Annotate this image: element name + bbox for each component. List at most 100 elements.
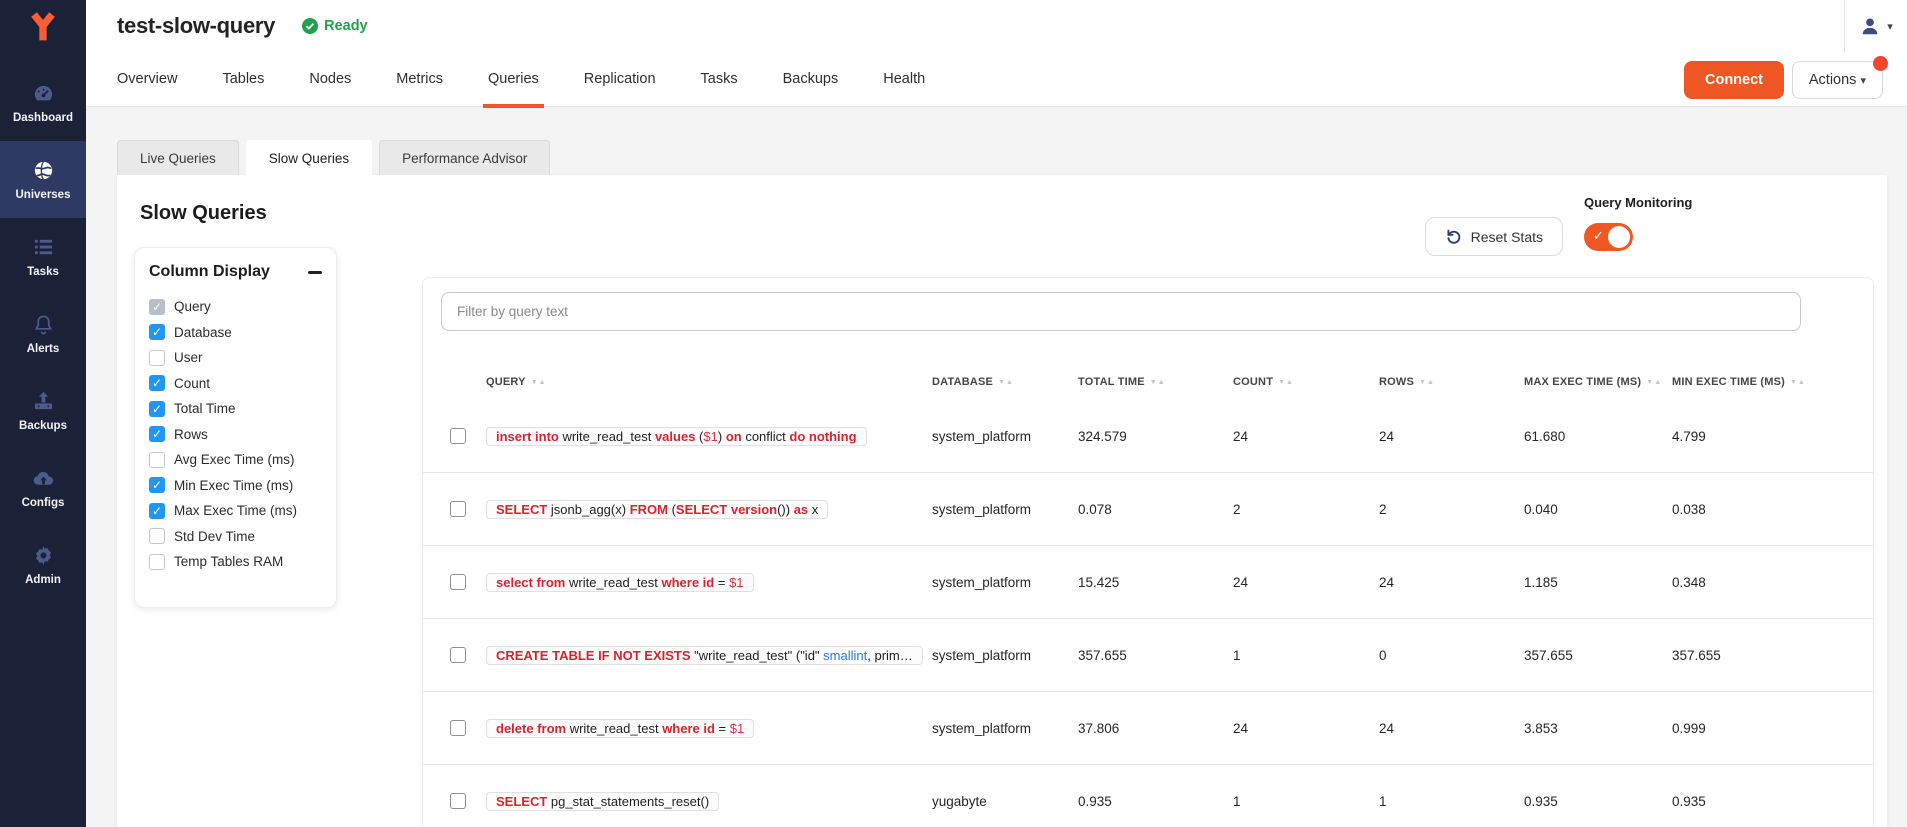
query-text[interactable]: SELECT pg_stat_statements_reset() [486,792,719,811]
notification-dot [1873,56,1888,71]
checkbox-icon[interactable] [149,324,165,340]
column-header-min-exec[interactable]: MIN EXEC TIME (MS)▼▲ [1672,376,1873,388]
query-filter-input[interactable] [441,292,1801,331]
sidebar-item-alerts[interactable]: Alerts [0,295,86,372]
tab-queries[interactable]: Queries [488,52,539,107]
query-text[interactable]: insert into write_read_test values ($1) … [486,427,867,446]
universe-nav: Overview Tables Nodes Metrics Queries Re… [86,52,1907,107]
column-header-count[interactable]: COUNT▼▲ [1233,376,1379,388]
yugabyte-logo-icon[interactable] [0,0,86,56]
total-time-cell: 15.425 [1078,575,1233,590]
tab-nodes[interactable]: Nodes [309,52,351,107]
min-exec-cell: 0.999 [1672,721,1873,736]
column-option-avg-exec-time-ms[interactable]: Avg Exec Time (ms) [149,447,322,473]
reset-stats-label: Reset Stats [1471,229,1543,245]
column-header-total-time[interactable]: TOTAL TIME▼▲ [1078,376,1233,388]
tab-metrics[interactable]: Metrics [396,52,443,107]
rows-cell: 2 [1379,502,1524,517]
row-checkbox[interactable] [450,501,466,517]
sidebar-item-tasks[interactable]: Tasks [0,218,86,295]
row-checkbox[interactable] [450,428,466,444]
max-exec-cell: 0.040 [1524,502,1672,517]
sidebar-item-dashboard[interactable]: Dashboard [0,64,86,141]
query-monitoring-toggle[interactable] [1584,223,1633,251]
row-checkbox[interactable] [450,720,466,736]
min-exec-cell: 4.799 [1672,429,1873,444]
table-row[interactable]: insert into write_read_test values ($1) … [423,400,1873,473]
count-cell: 1 [1233,794,1379,809]
column-option-database[interactable]: Database [149,320,322,346]
slow-queries-table-card: QUERY▼▲ DATABASE▼▲ TOTAL TIME▼▲ COUNT▼▲ … [422,277,1874,827]
count-cell: 24 [1233,429,1379,444]
column-header-database[interactable]: DATABASE▼▲ [932,376,1078,388]
query-text[interactable]: delete from write_read_test where id = $… [486,719,754,738]
checkbox-icon[interactable] [149,503,165,519]
tab-tasks[interactable]: Tasks [701,52,738,107]
count-cell: 24 [1233,575,1379,590]
sidebar-item-configs[interactable]: Configs [0,449,86,526]
column-header-max-exec[interactable]: MAX EXEC TIME (MS)▼▲ [1524,376,1672,388]
rows-cell: 24 [1379,575,1524,590]
column-option-label: Database [174,325,232,340]
checkbox-icon[interactable] [149,299,165,315]
sidebar-item-backups[interactable]: Backups [0,372,86,449]
column-option-rows[interactable]: Rows [149,422,322,448]
table-row[interactable]: SELECT jsonb_agg(x) FROM (SELECT version… [423,473,1873,546]
sort-icon: ▼▲ [1278,379,1294,386]
checkbox-icon[interactable] [149,554,165,570]
user-menu[interactable]: ▾ [1844,0,1907,52]
table-row[interactable]: SELECT pg_stat_statements_reset() yugaby… [423,765,1873,827]
checkbox-icon[interactable] [149,375,165,391]
table-row[interactable]: CREATE TABLE IF NOT EXISTS "write_read_t… [423,619,1873,692]
checkbox-icon[interactable] [149,477,165,493]
sort-icon: ▼▲ [1646,379,1662,386]
column-header-rows[interactable]: ROWS▼▲ [1379,376,1524,388]
row-checkbox[interactable] [450,574,466,590]
reset-stats-button[interactable]: Reset Stats [1425,217,1563,256]
tab-tables[interactable]: Tables [222,52,264,107]
column-option-max-exec-time-ms[interactable]: Max Exec Time (ms) [149,498,322,524]
sidebar-item-label: Dashboard [13,112,73,124]
subtab-slow-queries[interactable]: Slow Queries [246,140,372,175]
tab-backups[interactable]: Backups [783,52,839,107]
column-header-query[interactable]: QUERY▼▲ [486,376,932,388]
total-time-cell: 0.935 [1078,794,1233,809]
row-checkbox[interactable] [450,793,466,809]
collapse-icon[interactable] [308,271,322,274]
checkbox-icon[interactable] [149,452,165,468]
column-option-total-time[interactable]: Total Time [149,396,322,422]
checkbox-icon[interactable] [149,350,165,366]
tab-replication[interactable]: Replication [584,52,656,107]
column-option-temp-tables-ram[interactable]: Temp Tables RAM [149,549,322,575]
sidebar-item-label: Alerts [27,343,60,355]
column-option-user[interactable]: User [149,345,322,371]
table-row[interactable]: delete from write_read_test where id = $… [423,692,1873,765]
column-option-query[interactable]: Query [149,294,322,320]
subtab-performance-advisor[interactable]: Performance Advisor [379,140,550,175]
checkbox-icon[interactable] [149,401,165,417]
table-row[interactable]: select from write_read_test where id = $… [423,546,1873,619]
query-text[interactable]: CREATE TABLE IF NOT EXISTS "write_read_t… [486,646,923,665]
checkbox-icon[interactable] [149,426,165,442]
column-option-count[interactable]: Count [149,371,322,397]
query-text[interactable]: SELECT jsonb_agg(x) FROM (SELECT version… [486,500,828,519]
sidebar-item-admin[interactable]: Admin [0,526,86,603]
checkbox-icon[interactable] [149,528,165,544]
tab-overview[interactable]: Overview [117,52,177,107]
max-exec-cell: 3.853 [1524,721,1672,736]
gear-icon [32,544,55,567]
tab-health[interactable]: Health [883,52,925,107]
column-option-std-dev-time[interactable]: Std Dev Time [149,524,322,550]
connect-button[interactable]: Connect [1684,61,1784,99]
rows-cell: 0 [1379,648,1524,663]
max-exec-cell: 1.185 [1524,575,1672,590]
row-checkbox[interactable] [450,647,466,663]
subtab-live-queries[interactable]: Live Queries [117,140,239,175]
column-option-min-exec-time-ms[interactable]: Min Exec Time (ms) [149,473,322,499]
sidebar-item-universes[interactable]: Universes [0,141,86,218]
column-option-label: Count [174,376,210,391]
actions-button[interactable]: Actions ▾ [1792,61,1883,99]
query-text[interactable]: select from write_read_test where id = $… [486,573,754,592]
rows-cell: 1 [1379,794,1524,809]
sort-icon: ▼▲ [1150,379,1166,386]
